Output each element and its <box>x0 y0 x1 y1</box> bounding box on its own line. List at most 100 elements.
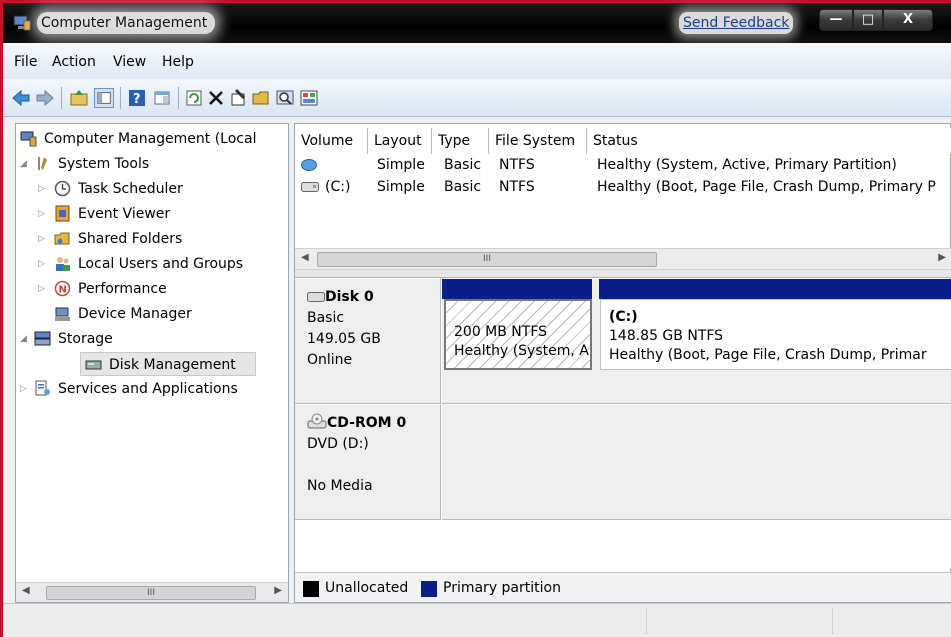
services-icon <box>35 380 50 396</box>
maximize-button[interactable]: □ <box>853 9 883 31</box>
unallocated-swatch <box>303 581 319 597</box>
close-button[interactable]: X <box>883 9 933 31</box>
title-bar[interactable]: Computer Management Send Feedback — □ X <box>3 3 951 43</box>
console-icon[interactable] <box>299 88 319 108</box>
tree-label: Computer Management (Local <box>44 131 257 147</box>
pane-splitter[interactable] <box>295 270 951 278</box>
column-header-type[interactable]: Type <box>432 128 489 154</box>
system-reserved-partition[interactable]: 200 MB NTFS Healthy (System, A <box>444 299 592 370</box>
menu-view[interactable]: View <box>113 54 146 70</box>
menu-action[interactable]: Action <box>52 54 96 70</box>
disk-type: DVD (D:) <box>307 436 369 452</box>
c-drive-partition[interactable]: (C:) 148.85 GB NTFS Healthy (Boot, Page … <box>600 299 951 370</box>
storage-icon <box>34 331 51 346</box>
back-arrow-icon[interactable] <box>11 88 31 108</box>
disk-0-info[interactable]: Disk 0 Basic 149.05 GB Online <box>295 279 441 404</box>
clock-icon <box>54 180 71 197</box>
search-icon[interactable] <box>275 88 295 108</box>
scroll-left-arrow-icon[interactable]: ◀ <box>22 585 30 596</box>
tree-label: Storage <box>58 331 113 347</box>
cell-status: Healthy (Boot, Page File, Crash Dump, Pr… <box>597 179 936 195</box>
partition-size: 200 MB NTFS <box>454 324 548 340</box>
tree-label: Device Manager <box>78 306 192 322</box>
table-row[interactable]: (C:) Simple Basic NTFS Healthy (Boot, Pa… <box>295 176 951 198</box>
scroll-right-arrow-icon[interactable]: ▶ <box>274 585 282 596</box>
up-folder-icon[interactable] <box>69 88 89 108</box>
properties-pane-icon[interactable] <box>152 88 172 108</box>
disk-graphical-view: Disk 0 Basic 149.05 GB Online 200 MB NTF… <box>295 279 951 569</box>
partition-status: Healthy (Boot, Page File, Crash Dump, Pr… <box>609 347 927 363</box>
collapsed-arrow-icon[interactable]: ▷ <box>38 177 48 201</box>
toolbar-separator <box>61 87 62 109</box>
volume-list-horizontal-scrollbar[interactable]: ◀ III ▶ <box>295 248 951 270</box>
collapsed-arrow-icon[interactable]: ▷ <box>20 377 30 401</box>
disk-management-icon <box>85 360 102 370</box>
help-icon[interactable]: ? <box>127 88 147 108</box>
cell-layout: Simple <box>377 179 425 195</box>
tree-horizontal-scrollbar[interactable]: ◀ III ▶ <box>16 582 288 602</box>
event-viewer-icon <box>55 205 70 222</box>
tools-icon <box>38 157 47 170</box>
tree-label: System Tools <box>58 156 150 172</box>
collapsed-arrow-icon[interactable]: ▷ <box>38 202 48 226</box>
scroll-grip: III <box>483 254 491 264</box>
scroll-right-arrow-icon[interactable]: ▶ <box>938 252 946 263</box>
close-icon: X <box>902 12 914 27</box>
menu-help[interactable]: Help <box>162 54 194 70</box>
collapsed-arrow-icon[interactable]: ▷ <box>38 277 48 301</box>
computer-management-icon <box>20 131 37 147</box>
cell-volume: (C:) <box>325 179 351 195</box>
scroll-grip: III <box>147 588 155 598</box>
partition-color-bar <box>442 279 592 299</box>
expanded-arrow-icon[interactable]: ◢ <box>20 327 30 351</box>
expanded-arrow-icon[interactable]: ◢ <box>20 152 30 176</box>
refresh-icon[interactable] <box>184 88 204 108</box>
tree-label: Task Scheduler <box>78 181 183 197</box>
tree-label: Shared Folders <box>78 231 183 247</box>
toolbar-separator <box>178 87 179 109</box>
partition-size: 148.85 GB NTFS <box>609 328 724 344</box>
collapsed-arrow-icon[interactable]: ▷ <box>38 227 48 251</box>
volume-drive-icon <box>301 182 319 192</box>
maximize-icon: □ <box>861 12 875 27</box>
scroll-thumb[interactable]: III <box>317 252 657 267</box>
cdrom-0-info[interactable]: CD-ROM 0 DVD (D:) No Media <box>295 405 441 520</box>
scroll-left-arrow-icon[interactable]: ◀ <box>301 252 309 263</box>
disk-size: 149.05 GB <box>307 331 381 347</box>
tree-label: Services and Applications <box>58 381 238 397</box>
column-header-layout[interactable]: Layout <box>368 128 432 154</box>
minimize-icon: — <box>829 12 843 27</box>
column-label: Type <box>438 133 471 149</box>
column-header-file-system[interactable]: File System <box>489 128 587 154</box>
send-feedback-link[interactable]: Send Feedback <box>679 12 794 34</box>
forward-arrow-icon[interactable] <box>35 88 55 108</box>
cell-layout: Simple <box>377 157 425 173</box>
collapsed-arrow-icon[interactable]: ▷ <box>38 252 48 276</box>
scroll-thumb[interactable]: III <box>46 586 256 600</box>
partition-color-bar <box>599 279 951 299</box>
column-header-volume[interactable]: Volume <box>295 128 368 154</box>
svg-text:N: N <box>59 285 67 296</box>
open-folder-icon[interactable] <box>251 88 271 108</box>
tree-label: Event Viewer <box>78 206 171 222</box>
console-tree: Computer Management (Local ◢ System Tool… <box>15 123 289 603</box>
tree-label: Local Users and Groups <box>78 256 244 272</box>
tree-label: Performance <box>78 281 167 297</box>
primary-partition-swatch <box>421 581 437 597</box>
properties-icon[interactable] <box>228 88 248 108</box>
status-bar <box>3 603 951 637</box>
disk-media: No Media <box>307 478 373 494</box>
shared-folder-icon <box>54 232 70 245</box>
minimize-button[interactable]: — <box>819 9 853 31</box>
show-hide-tree-icon[interactable] <box>94 88 114 108</box>
status-pane <box>647 608 833 634</box>
column-label: Status <box>593 133 638 149</box>
column-label: Layout <box>374 133 422 149</box>
status-pane <box>7 608 647 634</box>
table-row[interactable]: Simple Basic NTFS Healthy (System, Activ… <box>295 154 951 176</box>
menu-file[interactable]: File <box>14 54 37 70</box>
tree-item-disk-management[interactable]: Disk Management <box>80 352 256 376</box>
column-header-status[interactable]: Status <box>587 128 951 154</box>
delete-icon[interactable] <box>206 88 226 108</box>
